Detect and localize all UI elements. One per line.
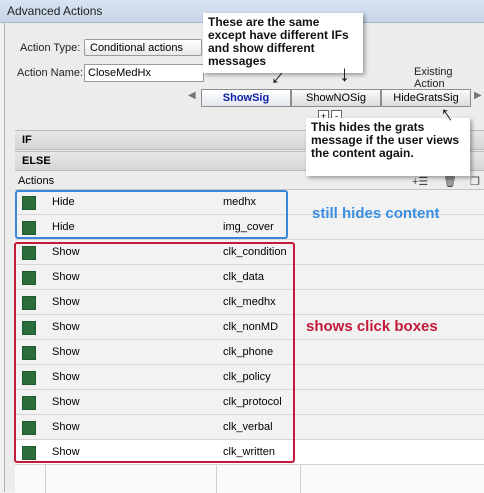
tab-scroll-left-icon[interactable]: ◀ [188, 90, 196, 101]
action-type-select[interactable]: Conditional actions [84, 39, 202, 56]
action-type-label: Action Type: [20, 42, 81, 54]
delete-action-icon[interactable]: 🗑 [443, 175, 457, 188]
window-title: Advanced Actions [7, 4, 103, 18]
right-callout: This hides the grats message if the user… [306, 118, 470, 176]
tab-label: HideGratsSig [393, 92, 459, 104]
hides-content-note: still hides content [312, 205, 440, 222]
right-callout-text: This hides the grats message if the user… [311, 120, 460, 160]
action-name-field[interactable] [84, 64, 204, 82]
tab-shownosig[interactable]: ShowNOSig [291, 89, 381, 107]
tab-label: ShowNOSig [306, 92, 366, 104]
existing-actions-label: Existing Action [414, 66, 453, 90]
actions-label: Actions [18, 175, 55, 187]
tab-label: ShowSig [222, 92, 270, 104]
annotation-red-box [14, 242, 295, 463]
tab-showsig[interactable]: ShowSig [201, 89, 291, 107]
annotation-blue-box [15, 190, 288, 239]
action-type-value: Conditional actions [90, 42, 183, 54]
top-callout-text: These are the same except have different… [208, 15, 349, 68]
tab-scroll-right-icon[interactable]: ▶ [474, 90, 482, 101]
action-name-label: Action Name: [17, 67, 84, 79]
add-action-icon[interactable]: +☰ [412, 175, 428, 188]
tab-hidegratssig[interactable]: HideGratsSig [381, 89, 471, 107]
shows-click-boxes-note: shows click boxes [306, 318, 438, 335]
copy-action-icon[interactable]: ❐ [470, 175, 480, 188]
else-label: ELSE [22, 155, 51, 167]
arrow-icon: ↓ [339, 61, 350, 86]
if-label: IF [22, 134, 32, 146]
